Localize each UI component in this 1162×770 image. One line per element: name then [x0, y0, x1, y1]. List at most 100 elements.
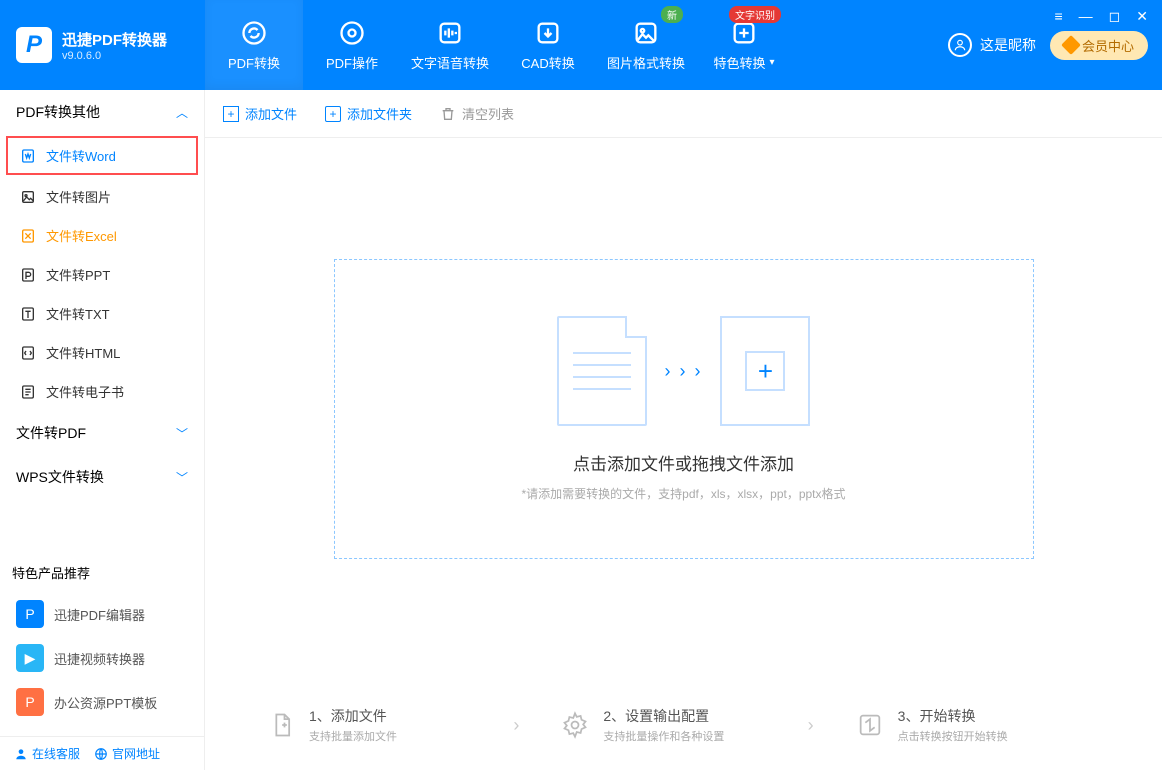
sidebar-group-wps[interactable]: WPS文件转换 ﹀	[0, 455, 204, 499]
excel-icon	[20, 228, 36, 244]
step-1: 1、添加文件 支持批量添加文件	[265, 706, 513, 744]
vip-button[interactable]: 会员中心	[1050, 31, 1148, 60]
item-label: 文件转电子书	[46, 382, 124, 401]
minimize-button[interactable]: —	[1079, 8, 1093, 25]
sidebar-item-to-txt[interactable]: 文件转TXT	[0, 294, 204, 333]
audio-icon	[436, 19, 464, 47]
ppt-template-icon: P	[16, 688, 44, 716]
official-site-link[interactable]: 官网地址	[94, 745, 160, 762]
step-title: 1、添加文件	[309, 706, 397, 726]
sidebar-group-to-pdf[interactable]: 文件转PDF ﹀	[0, 411, 204, 455]
header: P 迅捷PDF转换器 v9.0.6.0 PDF转换 PDF操作 文字语音转换 C…	[0, 0, 1162, 90]
item-label: 文件转HTML	[46, 343, 120, 362]
item-label: 文件转Word	[46, 146, 116, 165]
app-logo-icon: P	[16, 27, 52, 63]
main-panel: + 添加文件 + 添加文件夹 清空列表	[205, 90, 1162, 770]
plus-icon: +	[223, 106, 239, 122]
globe-icon	[94, 747, 108, 761]
vip-label: 会员中心	[1082, 36, 1134, 55]
maximize-button[interactable]: ◻	[1109, 8, 1121, 25]
app-version: v9.0.6.0	[62, 50, 167, 62]
logo-area: P 迅捷PDF转换器 v9.0.6.0	[0, 0, 205, 90]
sidebar: PDF转换其他 ︿ 文件转Word 文件转图片 文件转Excel 文件转PPT …	[0, 90, 205, 770]
dropzone-title: 点击添加文件或拖拽文件添加	[573, 450, 794, 475]
promo-title: 特色产品推荐	[12, 563, 192, 582]
tab-cad[interactable]: CAD转换	[499, 0, 597, 90]
document-icon	[557, 316, 647, 426]
step-title: 2、设置输出配置	[603, 706, 724, 726]
folder-plus-icon: +	[325, 106, 341, 122]
step-2: 2、设置输出配置 支持批量操作和各种设置	[559, 706, 807, 744]
diamond-icon	[1061, 35, 1081, 55]
tab-pdf-ops[interactable]: PDF操作	[303, 0, 401, 90]
group-title: WPS文件转换	[16, 467, 104, 487]
nav-tabs: PDF转换 PDF操作 文字语音转换 CAD转换 新 图片格式转换 文字识别 特…	[205, 0, 793, 90]
menu-button[interactable]: ≡	[1054, 8, 1062, 25]
chevron-up-icon: ︿	[176, 104, 188, 121]
tab-label: 特色转换	[713, 53, 765, 72]
download-icon	[534, 19, 562, 47]
btn-label: 清空列表	[462, 104, 514, 123]
group-title: PDF转换其他	[16, 102, 100, 122]
html-icon	[20, 345, 36, 361]
promo-pdf-editor[interactable]: P 迅捷PDF编辑器	[12, 592, 192, 636]
add-folder-button[interactable]: + 添加文件夹	[325, 104, 412, 123]
tab-text-audio[interactable]: 文字语音转换	[401, 0, 499, 90]
video-icon: ▶	[16, 644, 44, 672]
ppt-icon	[20, 267, 36, 283]
user-area[interactable]: 这是昵称	[948, 33, 1036, 57]
step-sub: 支持批量添加文件	[309, 728, 397, 744]
convert-icon	[854, 709, 886, 741]
item-label: 文件转图片	[46, 187, 111, 206]
promo-ppt-template[interactable]: P 办公资源PPT模板	[12, 680, 192, 724]
sidebar-group-pdf-to-other[interactable]: PDF转换其他 ︿	[0, 90, 204, 134]
nickname: 这是昵称	[980, 35, 1036, 55]
tab-label: CAD转换	[521, 53, 574, 72]
tab-pdf-convert[interactable]: PDF转换	[205, 0, 303, 90]
ebook-icon	[20, 384, 36, 400]
step-sub: 点击转换按钮开始转换	[898, 728, 1008, 744]
item-label: 文件转Excel	[46, 226, 117, 245]
promo-video-converter[interactable]: ▶ 迅捷视频转换器	[12, 636, 192, 680]
chevron-right-icon: ›	[808, 715, 854, 736]
btn-label: 添加文件夹	[347, 104, 412, 123]
step-3: 3、开始转换 点击转换按钮开始转换	[854, 706, 1102, 744]
drop-wrap: › › › + 点击添加文件或拖拽文件添加 *请添加需要转换的文件，支持pdf，…	[205, 138, 1162, 680]
chevron-down-icon: ﹀	[176, 425, 188, 442]
gear-icon	[338, 19, 366, 47]
item-label: 文件转PPT	[46, 265, 110, 284]
chat-icon	[14, 747, 28, 761]
sidebar-item-to-image[interactable]: 文件转图片	[0, 177, 204, 216]
window-controls: ≡ — ◻ ✕	[1054, 8, 1148, 25]
arrows-icon: › › ›	[665, 361, 703, 382]
tab-label: PDF转换	[228, 53, 280, 72]
sidebar-item-to-ebook[interactable]: 文件转电子书	[0, 372, 204, 411]
image-icon	[20, 189, 36, 205]
sidebar-item-to-word[interactable]: 文件转Word	[6, 136, 198, 175]
steps-bar: 1、添加文件 支持批量添加文件 › 2、设置输出配置 支持批量操作和各种设置 ›	[205, 680, 1162, 770]
sidebar-item-to-excel[interactable]: 文件转Excel	[0, 216, 204, 255]
drop-zone[interactable]: › › › + 点击添加文件或拖拽文件添加 *请添加需要转换的文件，支持pdf，…	[334, 259, 1034, 559]
chevron-right-icon: ›	[513, 715, 559, 736]
sidebar-item-to-ppt[interactable]: 文件转PPT	[0, 255, 204, 294]
link-label: 在线客服	[32, 745, 80, 762]
close-button[interactable]: ✕	[1136, 8, 1148, 25]
refresh-icon	[240, 19, 268, 47]
pdf-editor-icon: P	[16, 600, 44, 628]
add-file-button[interactable]: + 添加文件	[223, 104, 297, 123]
group-title: 文件转PDF	[16, 423, 86, 443]
app-name: 迅捷PDF转换器	[62, 29, 167, 50]
avatar-icon	[948, 33, 972, 57]
step-title: 3、开始转换	[898, 706, 1008, 726]
promo-label: 办公资源PPT模板	[54, 693, 157, 712]
tab-image-format[interactable]: 新 图片格式转换	[597, 0, 695, 90]
toolbar: + 添加文件 + 添加文件夹 清空列表	[205, 90, 1162, 138]
clear-list-button[interactable]: 清空列表	[440, 104, 514, 123]
settings-icon	[559, 709, 591, 741]
dropzone-graphic: › › › +	[557, 316, 811, 426]
promo-label: 迅捷视频转换器	[54, 649, 145, 668]
tab-special[interactable]: 文字识别 特色转换▾	[695, 0, 793, 90]
sidebar-item-to-html[interactable]: 文件转HTML	[0, 333, 204, 372]
online-support-link[interactable]: 在线客服	[14, 745, 80, 762]
ocr-badge: 文字识别	[729, 6, 781, 23]
